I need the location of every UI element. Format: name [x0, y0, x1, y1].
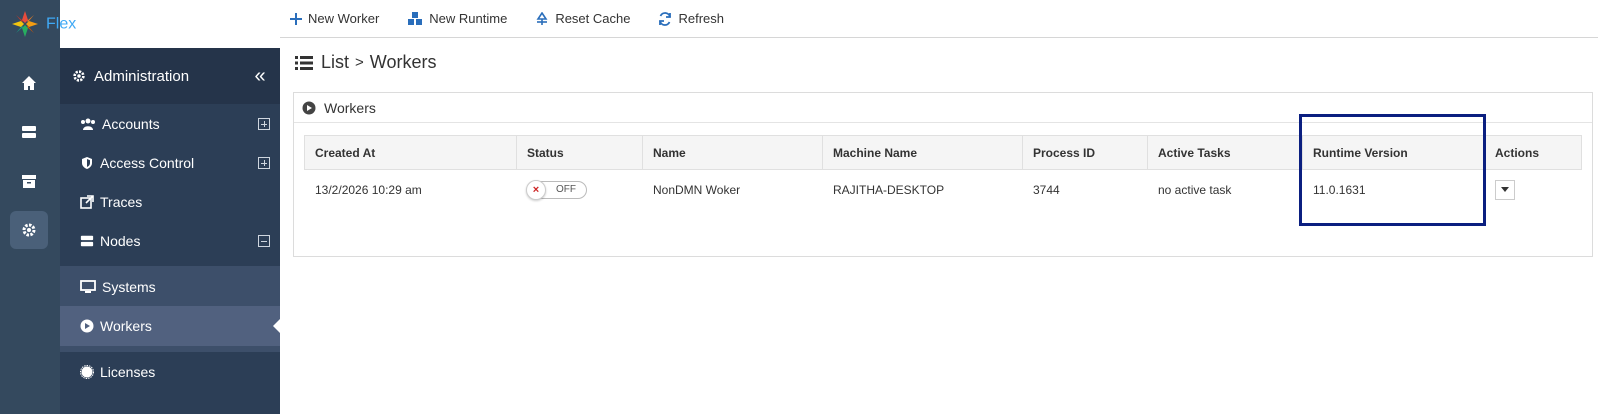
column-header-machine-name[interactable]: Machine Name	[822, 135, 1023, 170]
home-icon[interactable]	[10, 64, 48, 102]
refresh-icon	[659, 11, 672, 26]
page-title: List > Workers	[295, 52, 436, 73]
cell-created-at: 13/2/2026 10:29 am	[315, 182, 422, 197]
sidebar-item-label: Access Control	[100, 155, 195, 171]
shield-icon	[82, 157, 92, 169]
breadcrumb-separator: >	[355, 54, 364, 71]
sidebar-item-label: Nodes	[100, 233, 141, 249]
breadcrumb-current: Workers	[369, 52, 437, 72]
column-header-status[interactable]: Status	[516, 135, 643, 170]
reset-cache-label: Reset Cache	[555, 11, 631, 26]
sidebar-item-systems[interactable]: Systems	[60, 267, 280, 307]
sidebar-title: Administration	[94, 67, 190, 85]
cell-status: × OFF	[517, 170, 643, 210]
active-indicator	[273, 319, 280, 333]
list-icon	[295, 55, 313, 70]
cell-actions	[1485, 170, 1582, 210]
users-icon	[81, 118, 95, 130]
sidebar-item-label: Systems	[102, 279, 156, 295]
expand-icon[interactable]	[258, 118, 270, 130]
sidebar: Administration « Accounts Access Control…	[60, 48, 280, 414]
sidebar-item-label: Accounts	[102, 116, 160, 132]
caret-down-icon	[1501, 187, 1509, 193]
cubes-icon	[408, 11, 423, 25]
status-toggle[interactable]: × OFF	[526, 179, 587, 200]
sidebar-item-traces[interactable]: Traces	[60, 182, 280, 222]
breadcrumb-root[interactable]: List	[321, 52, 349, 73]
brand-reg: ®	[109, 14, 116, 24]
expand-icon[interactable]	[258, 157, 270, 169]
archive-icon[interactable]	[10, 162, 48, 200]
reset-cache-button[interactable]: Reset Cache	[535, 11, 630, 26]
sidebar-item-workers[interactable]: Workers	[60, 306, 280, 346]
status-toggle-label: OFF	[556, 183, 576, 195]
certificate-icon	[80, 365, 94, 379]
sidebar-header: Administration «	[60, 48, 280, 104]
workers-table: Created At Status Name Machine Name Proc…	[304, 135, 1582, 210]
collapse-sidebar-icon[interactable]: «	[240, 65, 280, 88]
table-row: 13/2/2026 10:29 am × OFF NonDMN Woker RA…	[305, 170, 1582, 210]
table-header-row: Created At Status Name Machine Name Proc…	[304, 135, 1582, 170]
external-link-icon	[80, 195, 94, 209]
cell-active-tasks: no active task	[1158, 182, 1232, 197]
refresh-label: Refresh	[678, 11, 724, 26]
server-icon[interactable]	[10, 113, 48, 151]
column-header-actions: Actions	[1484, 135, 1582, 170]
settings-icon[interactable]	[10, 211, 48, 249]
brand-logo[interactable]: FlexRule® Workbench	[0, 0, 280, 48]
sidebar-item-licenses[interactable]: Licenses	[60, 352, 280, 392]
toolbar: New Worker New Runtime Reset Cache Refre…	[280, 0, 1598, 38]
refresh-button[interactable]: Refresh	[658, 11, 724, 26]
cell-runtime-version: 11.0.1631	[1313, 182, 1366, 197]
flexrule-logo-icon	[12, 11, 38, 37]
new-runtime-button[interactable]: New Runtime	[407, 11, 507, 26]
play-circle-icon	[302, 101, 316, 114]
sidebar-item-label: Traces	[100, 194, 143, 210]
panel-title: Workers	[324, 99, 376, 116]
sidebar-item-accounts[interactable]: Accounts	[60, 104, 280, 144]
brand-flex: Flex	[46, 15, 77, 33]
workers-panel: Workers Created At Status Name Machine N…	[293, 92, 1593, 257]
sidebar-item-nodes[interactable]: Nodes	[60, 221, 280, 261]
collapse-icon[interactable]	[258, 235, 270, 247]
x-icon: ×	[526, 179, 546, 200]
column-header-process-id[interactable]: Process ID	[1022, 135, 1148, 170]
cell-name: NonDMN Woker	[653, 182, 741, 197]
brand-rule: Rule	[76, 15, 110, 33]
plus-icon	[290, 12, 302, 25]
cell-process-id: 3744	[1033, 182, 1060, 197]
brand-subtitle: Workbench	[123, 17, 184, 31]
play-circle-icon	[80, 319, 94, 333]
server-icon	[80, 235, 94, 247]
sidebar-item-label: Workers	[100, 318, 152, 334]
new-worker-label: New Worker	[308, 11, 380, 26]
actions-dropdown-button[interactable]	[1495, 179, 1515, 200]
sidebar-item-access-control[interactable]: Access Control	[60, 143, 280, 183]
cell-machine-name: RAJITHA-DESKTOP	[833, 182, 945, 197]
column-header-runtime-version[interactable]: Runtime Version	[1302, 135, 1485, 170]
new-runtime-label: New Runtime	[429, 11, 508, 26]
monitor-icon	[80, 280, 96, 293]
sidebar-item-label: Licenses	[100, 364, 156, 380]
new-worker-button[interactable]: New Worker	[290, 11, 379, 26]
icon-rail	[0, 0, 60, 414]
recycle-icon	[536, 11, 548, 25]
column-header-name[interactable]: Name	[642, 135, 823, 170]
column-header-created-at[interactable]: Created At	[304, 135, 517, 170]
panel-header[interactable]: Workers	[294, 93, 1592, 123]
column-header-active-tasks[interactable]: Active Tasks	[1147, 135, 1303, 170]
gear-icon	[73, 70, 85, 82]
